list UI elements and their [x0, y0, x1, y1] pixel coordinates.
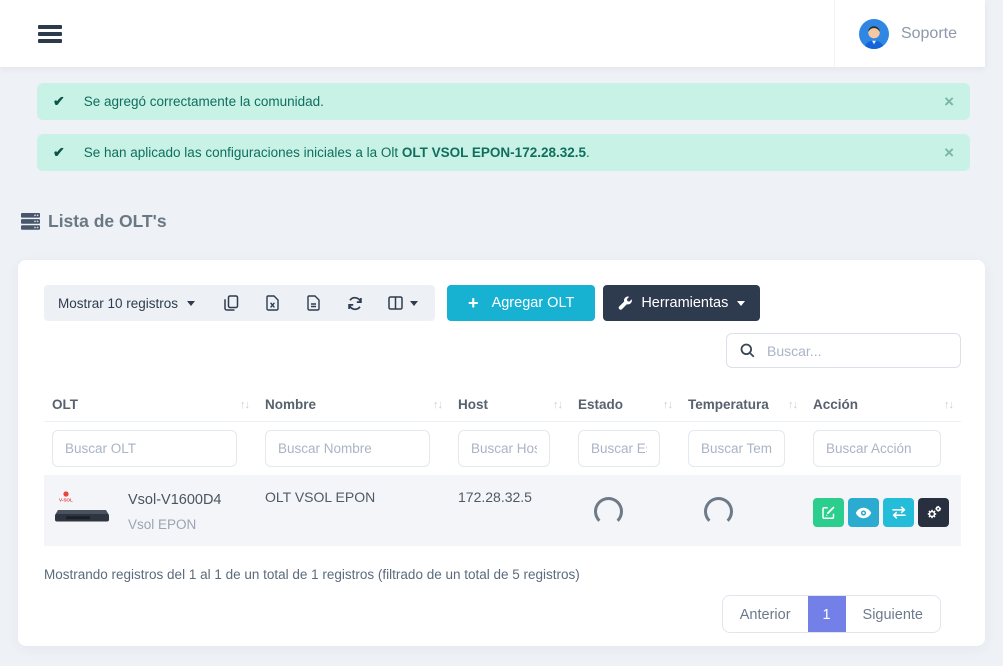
alert-success-olt-config: ✔ Se han aplicado las configuraciones in…: [37, 134, 970, 171]
filter-nombre-input[interactable]: [265, 430, 430, 467]
filter-estado-input[interactable]: [578, 430, 660, 467]
chevron-down-icon: [737, 301, 745, 306]
user-name: Soporte: [901, 25, 957, 43]
page-header: Lista de OLT's: [21, 211, 1003, 232]
search-icon: [740, 343, 755, 358]
filter-host-input[interactable]: [458, 430, 550, 467]
olt-model: Vsol-V1600D4: [128, 492, 222, 508]
configure-olt-button[interactable]: [918, 498, 949, 527]
column-visibility-dropdown[interactable]: [375, 285, 431, 321]
table-toolbar: Mostrar 10 registros: [44, 285, 961, 321]
plus-icon: +: [468, 294, 479, 312]
sort-icon: ↑↓: [553, 399, 562, 411]
table-header-row: OLT ↑↓ Nombre ↑↓ Host ↑↓ Estado ↑↓ Tempe…: [44, 388, 961, 422]
svg-text:V-SOL: V-SOL: [59, 498, 73, 503]
sort-icon: ↑↓: [788, 399, 797, 411]
add-olt-button[interactable]: + Agregar OLT: [447, 285, 595, 321]
tools-dropdown-button[interactable]: Herramientas: [603, 285, 760, 321]
close-icon[interactable]: ×: [944, 144, 954, 161]
pagination-previous[interactable]: Anterior: [723, 596, 808, 632]
file-lines-icon: [307, 295, 320, 311]
column-header-host[interactable]: Host ↑↓: [450, 388, 570, 421]
tools-label: Herramientas: [641, 295, 728, 311]
filter-olt-input[interactable]: [52, 430, 237, 467]
user-menu[interactable]: Soporte: [834, 0, 985, 67]
column-header-nombre[interactable]: Nombre ↑↓: [257, 388, 450, 421]
filter-accion-input[interactable]: [813, 430, 941, 467]
column-header-temperatura[interactable]: Temperatura ↑↓: [680, 388, 805, 421]
column-header-accion[interactable]: Acción ↑↓: [805, 388, 961, 421]
gears-icon: [926, 505, 942, 520]
chevron-down-icon: [187, 301, 195, 306]
server-stack-icon: [21, 213, 40, 230]
pagination-next[interactable]: Siguiente: [846, 596, 940, 632]
olt-nombre: OLT VSOL EPON: [257, 475, 450, 546]
records-summary: Mostrando registros del 1 al 1 de un tot…: [44, 567, 961, 582]
global-search-input[interactable]: [767, 343, 947, 359]
pagination-row: Anterior 1 Siguiente: [44, 595, 961, 633]
sort-icon: ↑↓: [663, 399, 672, 411]
page-title: Lista de OLT's: [48, 211, 167, 232]
search-row: [44, 333, 961, 368]
estado-loading-spinner: [594, 497, 623, 526]
temperatura-loading-spinner: [704, 497, 733, 526]
sort-icon: ↑↓: [240, 399, 249, 411]
search-box: [726, 333, 961, 368]
chevron-down-icon: [410, 301, 418, 306]
table-filter-row: [44, 422, 961, 475]
sort-icon: ↑↓: [944, 399, 953, 411]
alert-olt-name: OLT VSOL EPON-172.28.32.5: [402, 145, 586, 160]
olt-host: 172.28.32.5: [450, 475, 570, 546]
view-olt-button[interactable]: [848, 498, 879, 527]
check-icon: ✔: [53, 144, 65, 161]
pagination: Anterior 1 Siguiente: [722, 595, 941, 633]
copy-button[interactable]: [211, 285, 252, 321]
eye-icon: [855, 507, 872, 519]
olt-list-card: Mostrar 10 registros: [18, 260, 985, 646]
edit-olt-button[interactable]: [813, 498, 844, 527]
olt-device-image: V-SOL: [52, 489, 112, 525]
sort-icon: ↑↓: [433, 399, 442, 411]
columns-icon: [388, 296, 403, 310]
hamburger-menu-icon[interactable]: [38, 25, 62, 43]
user-avatar-icon: [859, 19, 889, 49]
filter-temperatura-input[interactable]: [688, 430, 785, 467]
row-actions: [813, 489, 953, 527]
sync-olt-button[interactable]: [883, 498, 914, 527]
refresh-icon: [347, 296, 363, 311]
alert-success-community: ✔ Se agregó correctamente la comunidad. …: [37, 83, 970, 120]
edit-icon: [821, 505, 836, 520]
olt-table: OLT ↑↓ Nombre ↑↓ Host ↑↓ Estado ↑↓ Tempe…: [44, 388, 961, 546]
file-excel-icon: [266, 295, 279, 311]
alert-message: Se agregó correctamente la comunidad.: [84, 94, 324, 109]
alerts-container: ✔ Se agregó correctamente la comunidad. …: [37, 83, 970, 171]
olt-vendor: Vsol EPON: [128, 517, 222, 532]
export-file-button[interactable]: [293, 285, 334, 321]
copy-icon: [224, 295, 239, 311]
close-icon[interactable]: ×: [944, 93, 954, 110]
wrench-icon: [618, 296, 632, 310]
alert-message: Se han aplicado las configuraciones inic…: [84, 145, 590, 160]
show-entries-dropdown[interactable]: Mostrar 10 registros: [44, 296, 211, 311]
toolbar-button-group: Mostrar 10 registros: [44, 285, 435, 321]
pagination-page-1[interactable]: 1: [808, 596, 846, 632]
show-entries-label: Mostrar 10 registros: [58, 296, 178, 311]
check-icon: ✔: [53, 93, 65, 110]
top-navbar: Soporte: [0, 0, 985, 67]
table-row: V-SOL Vsol-V1600D4 Vsol EPON OLT VSOL EP…: [44, 475, 961, 546]
export-excel-button[interactable]: [252, 285, 293, 321]
column-header-olt[interactable]: OLT ↑↓: [44, 388, 257, 421]
column-header-estado[interactable]: Estado ↑↓: [570, 388, 680, 421]
refresh-button[interactable]: [334, 285, 375, 321]
exchange-arrows-icon: [891, 506, 907, 519]
add-olt-label: Agregar OLT: [492, 295, 575, 311]
